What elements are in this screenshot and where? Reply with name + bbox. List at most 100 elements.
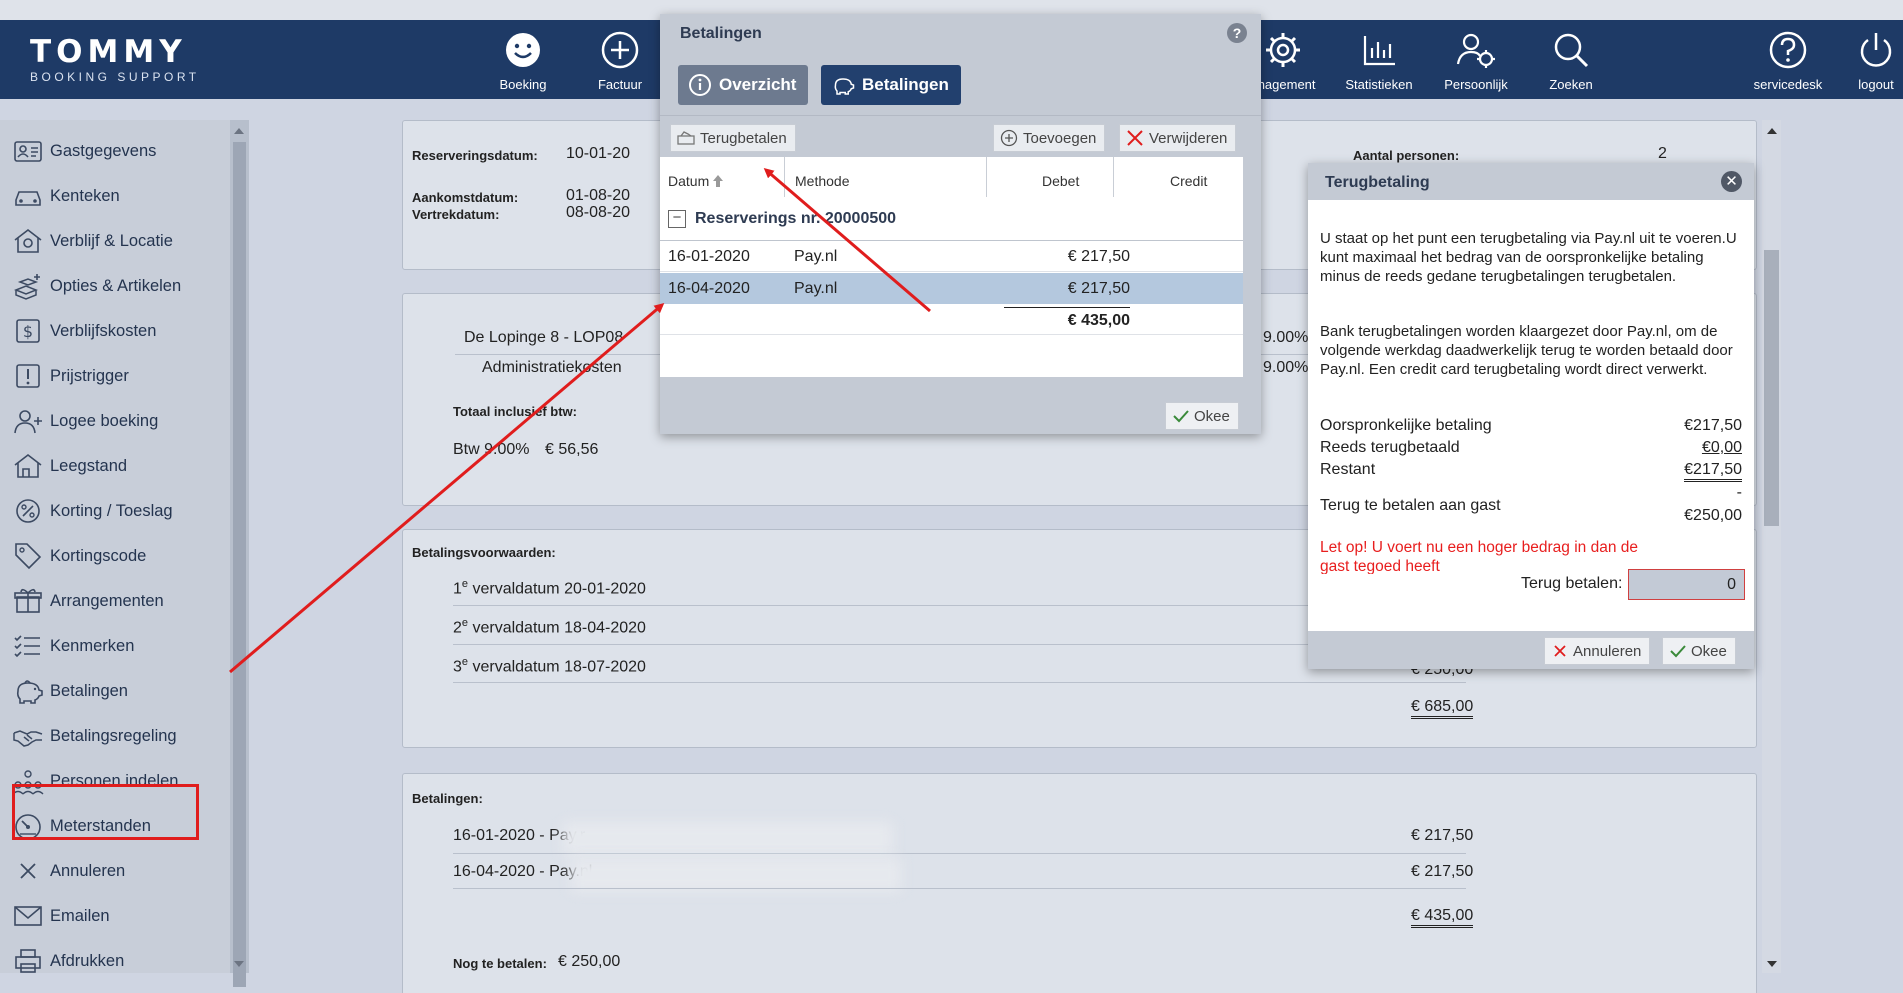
nav-boeking-label: Boeking [499,77,547,92]
group-row[interactable]: − Reserverings nr. 20000500 [660,197,1243,241]
toevoegen-button[interactable]: Toevoegen [993,124,1106,152]
sidebar-item-gastgegevens[interactable]: Gastgegevens [12,133,217,169]
terugbetaling-dialog: Terugbetaling ✕ U staat op het punt een … [1308,163,1754,669]
column-header-label: Debet [1042,173,1080,189]
aantal-personen-label: Aantal personen: [1353,148,1460,163]
plus-circle-icon [601,31,639,69]
okee-button[interactable]: Okee [1165,402,1239,430]
collapse-toggle-icon[interactable]: − [668,210,686,228]
sidebar-scrollbar[interactable] [230,120,249,987]
aankomstdatum-label: Aankomstdatum: [412,190,519,205]
nav-persoonlijk[interactable]: Persoonlijk [1431,24,1521,92]
sidebar-item-logee[interactable]: Logee boeking [12,403,217,439]
logo-name: TOMMY [30,34,187,70]
info-paragraph-1: U staat op het punt een terugbetaling vi… [1320,230,1737,285]
nav-factuur[interactable]: Factuur [575,24,665,92]
sidebar-item-annuleren[interactable]: Annuleren [12,853,217,889]
nav-zoeken[interactable]: Zoeken [1526,24,1616,92]
main-scrollbar[interactable] [1762,120,1781,973]
sidebar-item-label: Betalingsregeling [50,726,177,745]
gift-icon [14,588,42,613]
printer-icon [15,949,41,973]
sidebar-item-verblijf[interactable]: Verblijf & Locatie [12,223,217,259]
scroll-down-arrow-icon[interactable] [1767,961,1777,967]
terugbetalen-button[interactable]: Terugbetalen [670,124,796,152]
nav-servicedesk-label: servicedesk [1753,77,1823,92]
user-settings-icon [1456,33,1495,68]
payment-terms-title: Betalingsvoorwaarden: [412,545,556,560]
sidebar-item-label: Opties & Artikelen [50,276,182,295]
terug-te-betalen-value: €250,00 [1684,507,1742,524]
sidebar-item-prijstrigger[interactable]: Prijstrigger [12,358,217,394]
tommy-logo[interactable]: TOMMY BOOKING SUPPORT [30,36,200,84]
grid-body: − Reserverings nr. 20000500 16-01-2020 P… [660,197,1243,377]
table-row[interactable]: 16-01-2020 Pay.nl € 217,50 [660,241,1243,272]
scrollbar-thumb[interactable] [1764,250,1779,526]
scroll-up-arrow-icon[interactable] [234,128,244,134]
scrollbar-thumb[interactable] [233,142,246,987]
sidebar-item-label: Kenmerken [50,636,135,655]
percent-icon [16,499,40,523]
sidebar-item-afdrukken[interactable]: Afdrukken [12,943,217,973]
cell-methode: Pay.nl [794,248,838,265]
sidebar-item-korting[interactable]: Korting / Toeslag [12,493,217,529]
sidebar-item-verblijfskosten[interactable]: $ Verblijfskosten [12,313,217,349]
refund-icon [677,131,695,145]
sidebar-item-label: Arrangementen [50,591,164,610]
sidebar-item-opties[interactable]: Opties & Artikelen [12,268,217,304]
red-x-icon [1554,645,1566,657]
okee-button[interactable]: Okee [1662,637,1736,665]
empty-house-icon [14,453,42,478]
scroll-down-arrow-icon[interactable] [234,961,244,967]
column-header-methode[interactable]: Methode [785,157,987,197]
scroll-up-arrow-icon[interactable] [1767,128,1777,134]
cell-methode: Pay.nl [794,280,838,297]
total-row: € 435,00 [660,304,1243,335]
sidebar-item-label: Verblijf & Locatie [50,231,173,250]
sidebar-item-kortingscode[interactable]: Kortingscode [12,538,217,574]
vertrekdatum-label: Vertrekdatum: [412,207,500,222]
smiley-icon [506,33,540,67]
nav-statistieken[interactable]: Statistieken [1334,24,1424,92]
sidebar-item-kenteken[interactable]: Kenteken [12,178,217,214]
restant-row: Restant €217,50 [1320,461,1742,483]
nav-persoonlijk-label: Persoonlijk [1444,77,1508,92]
dialog-footer: Okee [660,397,1261,434]
sidebar-item-label: Prijstrigger [50,366,129,385]
sidebar-item-emailen[interactable]: Emailen [12,898,217,934]
column-header-credit[interactable]: Credit [1114,157,1243,197]
terugbetalen-label: Terugbetalen [700,129,787,147]
dialog-titlebar[interactable]: Terugbetaling ✕ [1308,163,1754,200]
info-paragraph-2: Bank terugbetalingen worden klaargezet d… [1320,323,1733,378]
dialog-titlebar[interactable]: Betalingen ? [660,14,1261,52]
sidebar-item-betalingen[interactable]: Betalingen [12,673,217,709]
checklist-icon [14,635,40,658]
sidebar-item-leegstand[interactable]: Leegstand [12,448,217,484]
table-row-selected[interactable]: 16-04-2020 Pay.nl € 217,50 [660,273,1243,304]
help-icon[interactable]: ? [1227,23,1247,43]
nav-logout[interactable]: logout [1832,24,1903,92]
sidebar-item-label: Afdrukken [50,951,125,970]
nav-boeking[interactable]: Boeking [478,24,568,92]
column-header-datum[interactable]: Datum [660,157,785,197]
dialog-toolbar: Terugbetalen Toevoegen Verwijderen [660,115,1261,157]
sidebar-item-betalingsregeling[interactable]: Betalingsregeling [12,718,217,754]
tab-betalingen[interactable]: Betalingen [821,65,961,105]
sidebar-item-arrangementen[interactable]: Arrangementen [12,583,217,619]
warning-message: Let op! U voert nu een hoger bedrag in d… [1320,539,1638,574]
guest-card-icon [14,141,42,162]
payment-row-2-amount: € 217,50 [1411,863,1474,880]
close-icon[interactable]: ✕ [1721,171,1742,192]
nav-statistieken-label: Statistieken [1345,77,1413,92]
search-icon [1554,33,1589,68]
nav-servicedesk[interactable]: servicedesk [1743,24,1833,92]
sidebar-item-kenmerken[interactable]: Kenmerken [12,628,217,664]
annuleren-button[interactable]: Annuleren [1544,637,1651,665]
cell-debet: € 217,50 [1067,280,1130,297]
tab-overzicht[interactable]: Overzicht [678,65,809,105]
column-header-debet[interactable]: Debet [987,157,1114,197]
dialog-title: Terugbetaling [1325,174,1430,191]
verwijderen-button[interactable]: Verwijderen [1119,124,1237,152]
column-header-label: Methode [795,173,850,189]
terug-betalen-input[interactable]: 0 [1628,569,1745,600]
